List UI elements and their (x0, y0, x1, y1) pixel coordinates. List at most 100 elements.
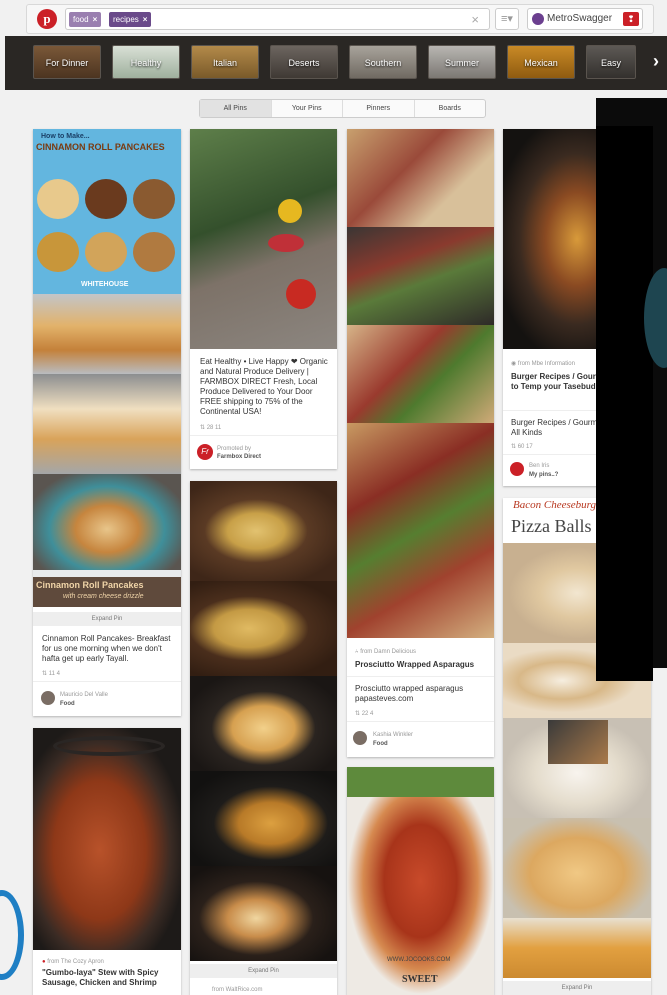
stats-value: 28 11 (206, 425, 222, 431)
image-caption-top: How to Make... (41, 133, 90, 140)
remove-chip-icon[interactable]: × (93, 15, 98, 24)
search-chip-recipes[interactable]: recipes × (109, 12, 152, 27)
pin-prosciutto-asparagus[interactable]: ⑃ from Damn Delicious Prosciutto Wrapped… (347, 129, 494, 757)
stats-value: 22 4 (361, 711, 374, 717)
banner-subtitle: with cream cheese drizzle (63, 593, 144, 600)
pin-gumbo-stew[interactable]: ● from The Cozy Apron "Gumbo-laya" Stew … (33, 728, 181, 995)
overlay-panel (596, 98, 667, 681)
tab-boards[interactable]: Boards (415, 100, 486, 117)
pot-handle (53, 736, 165, 756)
pin-hasselback-potatoes[interactable]: Expand Pin from WaltRice.com (190, 481, 337, 995)
pinterest-logo-icon[interactable]: p (37, 9, 57, 29)
category-italian[interactable]: Italian (191, 45, 259, 79)
pin-description: Eat Healthy • Live Happy ❤ Organic and N… (200, 357, 328, 416)
pin-image[interactable]: How to Make... CINNAMON ROLL PANCAKES WH… (33, 129, 181, 294)
pancake-plate-image (33, 474, 181, 584)
potato-sliced-image (190, 581, 337, 676)
tab-your-pins[interactable]: Your Pins (272, 100, 343, 117)
image-label: SWEET (402, 974, 438, 985)
category-summer[interactable]: Summer (428, 45, 496, 79)
pin-source: ● from The Cozy Apron (42, 959, 104, 965)
top-bar: p food × recipes × × ≡▾ MetroSwagger ❢ (26, 4, 654, 34)
pin-cinnamon-roll-pancakes[interactable]: How to Make... CINNAMON ROLL PANCAKES WH… (33, 129, 181, 716)
category-for-dinner[interactable]: For Dinner (33, 45, 101, 79)
pin-stats: ⇅ 60 17 (511, 444, 533, 450)
search-tabs: All Pins Your Pins Pinners Boards (199, 99, 486, 118)
tab-all-pins[interactable]: All Pins (200, 100, 272, 117)
pin-title[interactable]: Prosciutto Wrapped Asparagus (355, 660, 491, 670)
pin-description: Cinnamon Roll Pancakes- Breakfast for us… (42, 634, 171, 663)
pin-source: ◉ from Mbe Information (511, 361, 575, 367)
category-bar: For Dinner Healthy Italian Deserts South… (5, 36, 667, 90)
pancake-step-image (85, 179, 127, 219)
source-text: from Mbe Information (517, 361, 575, 367)
potato-fan-image (190, 676, 337, 771)
radish-image (268, 234, 304, 252)
overlay-shade (596, 126, 653, 681)
banner-title: Cinnamon Roll Pancakes (36, 580, 144, 590)
circle-decoration (0, 890, 24, 980)
pancake-stack-image (33, 294, 181, 374)
image-site: WHITEHOUSE (81, 281, 129, 288)
user-name: MetroSwagger (547, 13, 613, 24)
pin-source: from WaltRice.com (212, 987, 263, 993)
pinterest-window: p food × recipes × × ≡▾ MetroSwagger ❢ For… (0, 0, 667, 995)
pancake-step-image (133, 232, 175, 272)
pin-image[interactable] (33, 728, 181, 950)
chevron-right-icon[interactable]: › (653, 51, 659, 72)
source-text: from Damn Delicious (360, 649, 416, 655)
pin-image[interactable] (190, 129, 337, 349)
source-text: from The Cozy Apron (47, 959, 104, 965)
potato-baked-image (190, 771, 337, 866)
avatar[interactable] (353, 731, 367, 745)
pin-banner: Cinnamon Roll Pancakes with cream cheese… (33, 577, 181, 607)
asparagus-image-3 (347, 325, 494, 423)
brush-image (548, 720, 608, 764)
category-deserts[interactable]: Deserts (270, 45, 338, 79)
expand-pin-button[interactable]: Expand Pin (33, 612, 181, 626)
asparagus-image-2 (347, 227, 494, 325)
pancake-step-image (37, 232, 79, 272)
pancake-step-image (85, 232, 127, 272)
user-menu-button[interactable]: MetroSwagger ❢ (527, 8, 643, 30)
tomato-image (286, 279, 316, 309)
avatar[interactable] (41, 691, 55, 705)
asparagus-image-1 (347, 129, 494, 227)
pin-stats: ⇅ 11 4 (42, 671, 60, 677)
potato-plated-image (190, 866, 337, 961)
pin-image[interactable]: WWW.JOCOOKS.COM SWEET (347, 767, 494, 995)
potato-image (190, 481, 337, 581)
dough-balls-image (503, 718, 651, 818)
category-easy[interactable]: Easy (586, 45, 636, 79)
remove-chip-icon[interactable]: × (143, 15, 148, 24)
pin-farmbox-direct[interactable]: Eat Healthy • Live Happy ❤ Organic and N… (190, 129, 337, 469)
farmbox-logo-icon[interactable]: Fr (197, 444, 213, 460)
pin-stats: ⇅ 28 11 (200, 425, 222, 431)
notification-icon[interactable]: ❢ (623, 12, 639, 26)
avatar[interactable] (510, 462, 524, 476)
category-southern[interactable]: Southern (349, 45, 417, 79)
board-name[interactable]: Food (60, 699, 75, 709)
expand-pin-button[interactable]: Expand Pin (190, 964, 337, 978)
board-name[interactable]: My pins..? (529, 470, 558, 480)
pepper-image (278, 199, 302, 223)
pin-description: Prosciutto wrapped asparagus papasteves.… (355, 684, 464, 703)
category-healthy[interactable]: Healthy (112, 45, 180, 79)
tab-pinners[interactable]: Pinners (343, 100, 415, 117)
chip-label: food (73, 15, 89, 24)
menu-icon[interactable]: ≡▾ (495, 8, 519, 30)
image-site: WWW.JOCOOKS.COM (387, 957, 451, 963)
board-name[interactable]: Food (373, 739, 388, 749)
chip-label: recipes (113, 15, 139, 24)
expand-pin-button[interactable]: Expand Pin (503, 981, 651, 995)
pin-image[interactable] (347, 423, 494, 638)
image-title-line-1: Bacon Cheeseburger (513, 499, 606, 511)
category-mexican[interactable]: Mexican (507, 45, 575, 79)
promoter-name[interactable]: Farmbox Direct (217, 452, 261, 462)
pin-sweet-chicken[interactable]: WWW.JOCOOKS.COM SWEET (347, 767, 494, 995)
search-input[interactable]: food × recipes × × (65, 8, 490, 30)
pin-title[interactable]: "Gumbo-laya" Stew with Spicy Sausage, Ch… (42, 968, 178, 988)
search-chip-food[interactable]: food × (69, 12, 102, 27)
image-caption-title: CINNAMON ROLL PANCAKES (36, 142, 165, 152)
clear-search-icon[interactable]: × (471, 12, 479, 27)
